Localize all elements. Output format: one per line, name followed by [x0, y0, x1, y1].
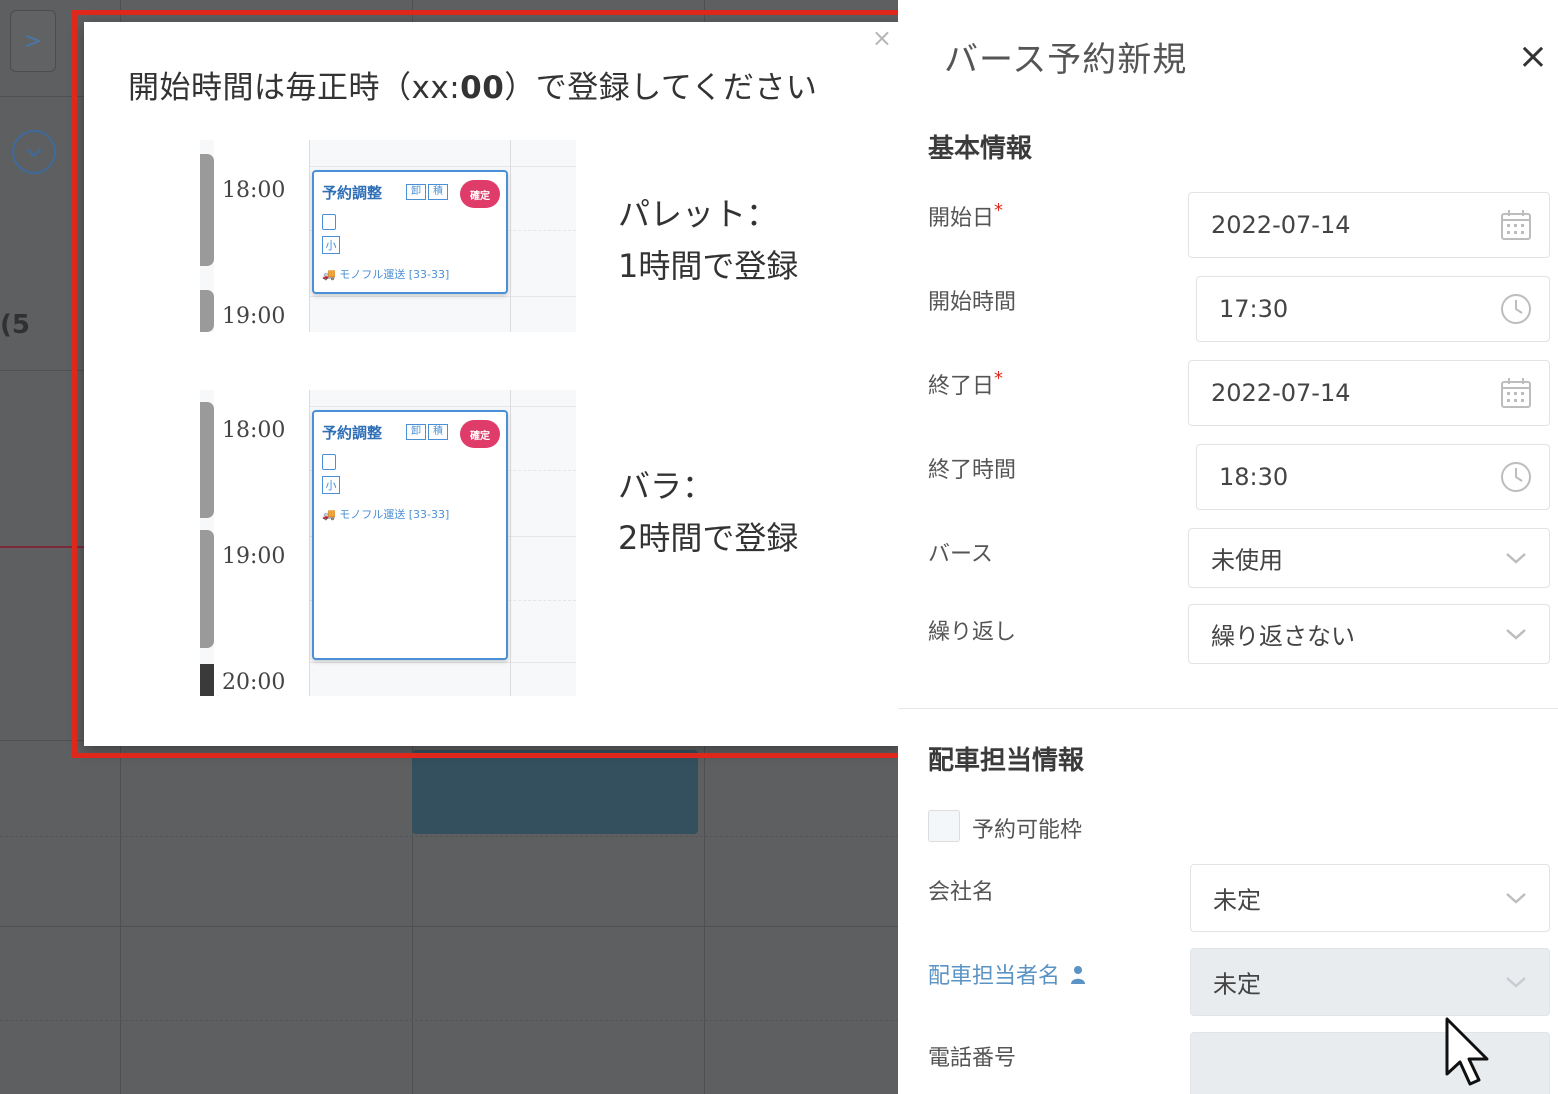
- company-label: 会社名: [928, 880, 995, 905]
- highlight-annotation-frame: [72, 10, 926, 758]
- collapse-toggle-button[interactable]: [12, 130, 56, 174]
- calendar-half-hour-line: [0, 1020, 898, 1021]
- chevron-down-icon: [26, 148, 42, 158]
- phone-label: 電話番号: [928, 1046, 1017, 1071]
- end-date-value: 2022-07-14: [1211, 379, 1351, 407]
- calendar-count-text: (5: [0, 310, 30, 340]
- chevron-down-icon: [1506, 629, 1526, 640]
- repeat-label: 繰り返し: [928, 620, 1017, 645]
- dispatcher-label: 配車担当者名: [928, 958, 1086, 990]
- drawer-close-button[interactable]: ×: [1518, 36, 1548, 77]
- berth-select[interactable]: 未使用: [1188, 528, 1550, 588]
- end-date-label: 終了日*: [928, 368, 1003, 400]
- calendar-row-divider: [0, 926, 898, 927]
- end-date-label-text: 終了日: [928, 374, 995, 399]
- reservable-slot-checkbox[interactable]: [928, 810, 960, 842]
- chevron-down-icon: [1506, 977, 1526, 988]
- berth-reservation-drawer: バース予約新規 × 基本情報 開始日* 2022-07-14 開始時間 17:3…: [898, 0, 1558, 1094]
- start-time-value: 17:30: [1219, 295, 1289, 323]
- end-time-label: 終了時間: [928, 458, 1017, 483]
- start-date-input[interactable]: 2022-07-14: [1188, 192, 1550, 258]
- end-time-value: 18:30: [1219, 463, 1289, 491]
- end-time-input[interactable]: 18:30: [1196, 444, 1550, 510]
- start-date-label-text: 開始日: [928, 206, 995, 231]
- mouse-cursor-icon: [1445, 1017, 1489, 1086]
- dispatcher-select[interactable]: 未定: [1190, 948, 1550, 1016]
- person-icon: [1071, 966, 1086, 984]
- clock-icon[interactable]: [1499, 460, 1533, 494]
- dispatcher-value: 未定: [1213, 970, 1261, 999]
- reservable-slot-label: 予約可能枠: [972, 818, 1083, 843]
- start-time-input[interactable]: 17:30: [1196, 276, 1550, 342]
- calendar-half-hour-line: [0, 836, 898, 837]
- required-mark: *: [994, 368, 1004, 389]
- start-date-label: 開始日*: [928, 200, 1003, 232]
- section-title-dispatch-info: 配車担当情報: [928, 746, 1085, 776]
- calendar-event-block[interactable]: [412, 750, 698, 834]
- expand-sidebar-button[interactable]: >: [10, 10, 56, 72]
- berth-value: 未使用: [1211, 546, 1283, 575]
- start-date-value: 2022-07-14: [1211, 211, 1351, 239]
- drawer-title: バース予約新規: [944, 40, 1188, 80]
- end-date-input[interactable]: 2022-07-14: [1188, 360, 1550, 426]
- section-divider: [898, 708, 1558, 709]
- calendar-icon[interactable]: [1499, 376, 1533, 410]
- company-value: 未定: [1213, 886, 1261, 915]
- phone-input[interactable]: [1190, 1032, 1550, 1094]
- required-mark: *: [994, 200, 1004, 221]
- repeat-select[interactable]: 繰り返さない: [1188, 604, 1550, 664]
- chevron-right-icon: >: [23, 28, 43, 54]
- calendar-icon[interactable]: [1499, 208, 1533, 242]
- start-time-label: 開始時間: [928, 290, 1017, 315]
- clock-icon[interactable]: [1499, 292, 1533, 326]
- chevron-down-icon: [1506, 553, 1526, 564]
- section-title-basic-info: 基本情報: [928, 134, 1033, 164]
- chevron-down-icon: [1506, 893, 1526, 904]
- company-select[interactable]: 未定: [1190, 864, 1550, 932]
- dispatcher-label-text: 配車担当者名: [928, 964, 1061, 989]
- repeat-value: 繰り返さない: [1211, 622, 1355, 651]
- berth-label: バース: [928, 542, 993, 567]
